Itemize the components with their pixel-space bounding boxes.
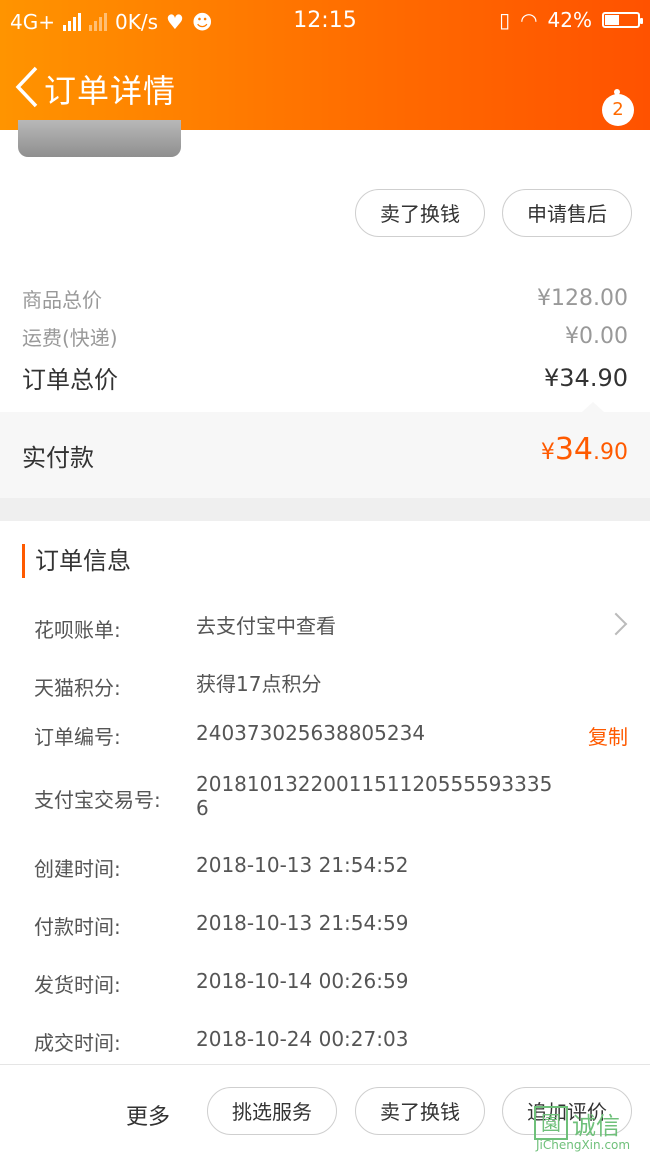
alipay-trade-row: 支付宝交易号: 2018101322001151120555593335 6 <box>34 772 553 820</box>
site-watermark: 園 诚信 JiChengXin.com <box>530 1104 650 1155</box>
chevron-right-icon <box>604 612 628 636</box>
choose-service-button[interactable]: 挑选服务 <box>207 1087 337 1135</box>
sell-for-cash-button[interactable]: 卖了换钱 <box>355 189 485 237</box>
copy-button[interactable]: 复制 <box>588 721 628 750</box>
battery-icon <box>602 12 643 28</box>
wifi-icon: ◠ <box>520 8 538 32</box>
order-number-row: 订单编号: 240373025638805234 复制 <box>34 721 628 750</box>
after-sales-button[interactable]: 申请售后 <box>502 189 632 237</box>
paid-amount-section: 实付款 ¥34.90 <box>0 402 650 498</box>
shipping-time-row: 发货时间: 2018-10-14 00:26:59 <box>34 969 409 997</box>
status-bar: 4G+ 0K/s ♥ ☻ 12:15 ▯ ◠ 42% <box>0 0 650 44</box>
app-header: 4G+ 0K/s ♥ ☻ 12:15 ▯ ◠ 42% 订单详情 2 <box>0 0 650 130</box>
more-button[interactable]: 更多 <box>126 1099 170 1131</box>
nav-bar: 订单详情 2 <box>0 44 650 130</box>
watermark-logo-icon: 園 <box>534 1106 568 1140</box>
huabei-row[interactable]: 花呗账单: 去支付宝中查看 <box>34 612 628 642</box>
page-title: 订单详情 <box>44 72 177 110</box>
caret-up-icon <box>582 402 604 412</box>
section-divider <box>0 498 650 521</box>
order-info-title: 订单信息 <box>22 544 131 578</box>
product-thumbnail[interactable] <box>18 120 181 157</box>
sell-for-cash-button-bottom[interactable]: 卖了换钱 <box>355 1087 485 1135</box>
completed-time-row: 成交时间: 2018-10-24 00:27:03 <box>34 1027 409 1055</box>
goods-total-row: 商品总价 ¥128.00 <box>22 286 628 312</box>
payment-time-row: 付款时间: 2018-10-13 21:54:59 <box>34 911 409 939</box>
battery-percent: 42% <box>547 8 592 32</box>
order-total-row: 订单总价 ¥34.90 <box>22 363 628 395</box>
tmall-points-row: 天猫积分: 获得17点积分 <box>34 672 322 700</box>
back-arrow-icon[interactable] <box>14 64 40 110</box>
shipping-row: 运费(快递) ¥0.00 <box>22 324 628 350</box>
created-time-row: 创建时间: 2018-10-13 21:54:52 <box>34 853 409 881</box>
paid-label: 实付款 <box>22 444 94 472</box>
notification-badge: 2 <box>602 94 634 126</box>
vibrate-icon: ▯ <box>499 8 511 32</box>
paid-value: ¥34.90 <box>540 432 628 467</box>
